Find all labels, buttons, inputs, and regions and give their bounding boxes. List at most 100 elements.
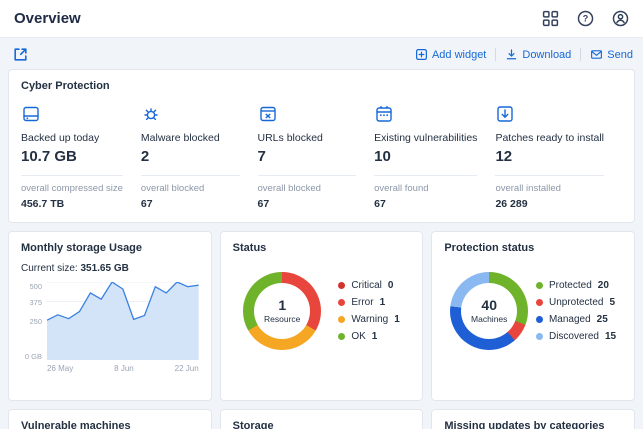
legend-item-error: Error 1 (338, 297, 399, 308)
account-icon[interactable] (612, 10, 629, 27)
stat-value: 10 (374, 148, 477, 165)
legend-label: Discovered (549, 331, 599, 342)
vulnerable-machines-card: Vulnerable machines (8, 409, 212, 429)
legend-label: Protected (549, 280, 592, 291)
x-axis-tick: 26 May (47, 364, 73, 373)
legend-dot (536, 333, 543, 340)
page-title: Overview (14, 10, 81, 27)
stat-sub-value: 456.7 TB (21, 198, 123, 210)
legend-item-warning: Warning 1 (338, 314, 399, 325)
legend-dot (536, 316, 543, 323)
protection-status-title: Protection status (444, 242, 622, 254)
page-header: Overview ? (0, 0, 643, 38)
status-title: Status (233, 242, 411, 254)
y-axis-tick: 500 (29, 282, 42, 291)
x-axis-tick: 22 Jun (175, 364, 199, 373)
cyber-protection-title: Cyber Protection (21, 80, 622, 92)
add-widget-label: Add widget (432, 49, 486, 61)
send-button[interactable]: Send (590, 48, 633, 61)
stat-label: Patches ready to install (495, 132, 604, 144)
legend-value: 1 (372, 331, 378, 342)
missing-updates-title: Missing updates by categories (444, 420, 622, 429)
help-icon[interactable]: ? (577, 10, 594, 27)
legend-dot (338, 333, 345, 340)
stat-label: URLs blocked (258, 132, 357, 144)
current-size-line: Current size: 351.65 GB (21, 263, 199, 274)
y-axis-tick: 375 (29, 298, 42, 307)
legend-label: Unprotected (549, 297, 603, 308)
legend-label: Error (351, 297, 373, 308)
current-size-label: Current size: (21, 263, 78, 274)
storage-title: Storage (233, 420, 411, 429)
malware-icon (141, 104, 161, 124)
stat-divider (21, 175, 123, 176)
legend-value: 25 (597, 314, 608, 325)
widgets-row: Monthly storage Usage Current size: 351.… (8, 231, 635, 401)
stat-existing-vulnerabilities: Existing vulnerabilities 10 overall foun… (374, 104, 495, 210)
patches-icon (495, 104, 515, 124)
cyber-protection-stats: Backed up today 10.7 GB overall compress… (21, 104, 622, 210)
status-center-label: Resource (264, 314, 300, 324)
legend-item-unprotected: Unprotected 5 (536, 297, 616, 308)
stat-divider (374, 175, 477, 176)
toolbar-separator (495, 48, 496, 61)
stat-malware-blocked: Malware blocked 2 overall blocked 67 (141, 104, 258, 210)
stat-label: Malware blocked (141, 132, 240, 144)
y-axis-tick: 0 GB (25, 352, 42, 361)
stat-backed-up: Backed up today 10.7 GB overall compress… (21, 104, 141, 210)
toolbar-separator (580, 48, 581, 61)
legend-dot (338, 316, 345, 323)
vulnerabilities-icon (374, 104, 394, 124)
stat-divider (495, 175, 604, 176)
download-button[interactable]: Download (505, 48, 571, 61)
storage-usage-chart-area: 5003752500 GB (21, 282, 199, 360)
backup-icon (21, 104, 41, 124)
apps-grid-icon[interactable] (542, 10, 559, 27)
stat-sub-label: overall compressed size (21, 183, 123, 194)
add-widget-button[interactable]: Add widget (415, 48, 486, 61)
urls-blocked-icon (258, 104, 278, 124)
protection-chart-area: 40 Machines Protected 20 Unprotected 5 (444, 272, 622, 350)
stat-sub-value: 67 (374, 198, 477, 210)
legend-value: 1 (394, 314, 400, 325)
stat-label: Existing vulnerabilities (374, 132, 477, 144)
stat-sub-label: overall blocked (258, 183, 357, 194)
status-donut-chart: 1 Resource (243, 272, 321, 350)
legend-value: 1 (380, 297, 386, 308)
missing-updates-card: Missing updates by categories (431, 409, 635, 429)
legend-item-protected: Protected 20 (536, 280, 616, 291)
storage-card: Storage (220, 409, 424, 429)
legend-dot (536, 282, 543, 289)
legend-item-managed: Managed 25 (536, 314, 616, 325)
stat-divider (141, 175, 240, 176)
download-label: Download (522, 49, 571, 61)
send-icon (590, 48, 603, 61)
send-label: Send (607, 49, 633, 61)
protection-legend: Protected 20 Unprotected 5 Managed 25 (536, 280, 616, 342)
status-card: Status 1 Resource Critical 0 (220, 231, 424, 401)
stat-value: 2 (141, 148, 240, 165)
status-donut-center: 1 Resource (254, 283, 310, 339)
storage-chart-x-axis: 26 May 8 Jun 22 Jun (21, 364, 199, 373)
popout-dashboard-icon[interactable] (12, 46, 29, 63)
stat-label: Backed up today (21, 132, 123, 144)
legend-label: Managed (549, 314, 591, 325)
protection-donut-center: 40 Machines (461, 283, 517, 339)
x-axis-tick: 8 Jun (114, 364, 134, 373)
legend-dot (338, 282, 345, 289)
legend-label: Critical (351, 280, 382, 291)
legend-value: 20 (598, 280, 609, 291)
stat-divider (258, 175, 357, 176)
legend-label: OK (351, 331, 365, 342)
stat-value: 12 (495, 148, 604, 165)
dashboard-content: Cyber Protection Backed up today 10.7 GB… (0, 69, 643, 429)
stat-sub-value: 67 (258, 198, 357, 210)
stat-value: 7 (258, 148, 357, 165)
storage-chart-y-axis: 5003752500 GB (21, 282, 47, 360)
svg-text:?: ? (583, 14, 589, 24)
legend-label: Warning (351, 314, 388, 325)
protection-center-value: 40 (481, 298, 497, 313)
protection-donut-chart: 40 Machines (450, 272, 528, 350)
stat-sub-label: overall installed (495, 183, 604, 194)
legend-item-critical: Critical 0 (338, 280, 399, 291)
